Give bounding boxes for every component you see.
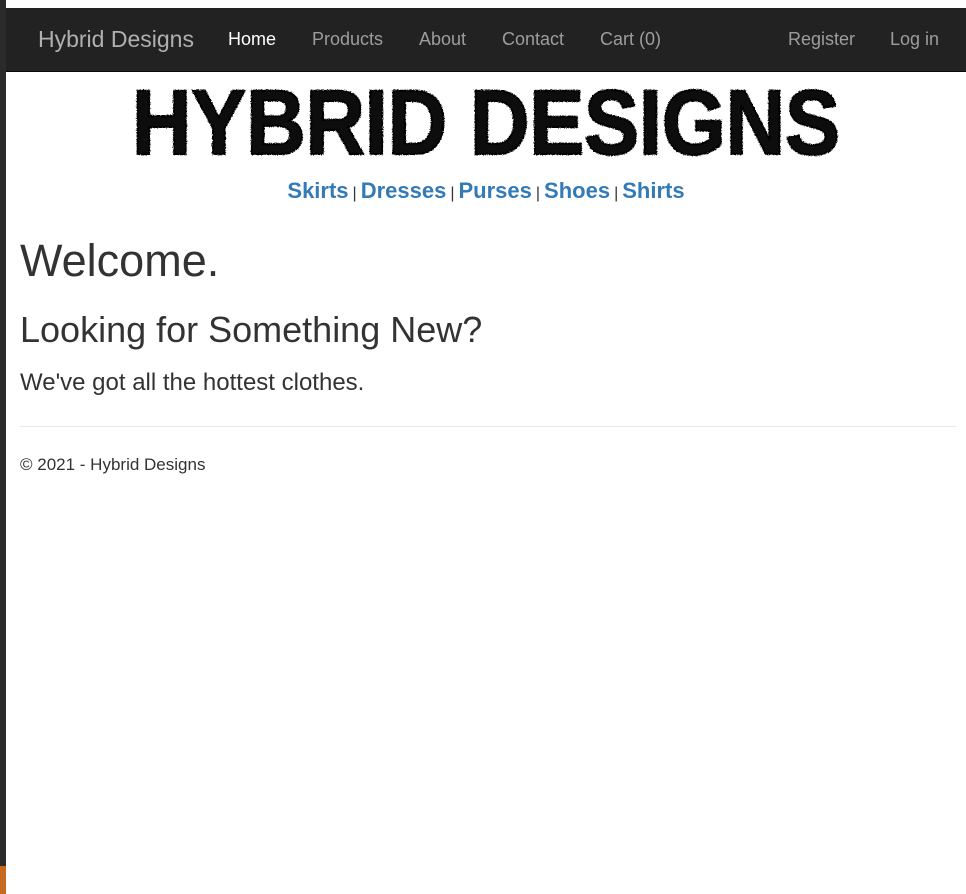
window-left-edge [0,0,6,894]
hybrid-designs-logo: HYBRID DESIGNS [128,76,844,162]
logo-graphic: HYBRID DESIGNS [131,76,841,162]
nav-home-link[interactable]: Home [228,8,276,71]
category-dresses-link[interactable]: Dresses [361,178,447,203]
category-bar: Skirts | Dresses | Purses | Shoes | Shirts [6,178,966,204]
nav-register-link[interactable]: Register [788,8,855,71]
nav-about-link[interactable]: About [419,8,466,71]
window-top-edge [0,0,966,8]
category-purses-link[interactable]: Purses [459,178,532,203]
category-shoes-link[interactable]: Shoes [544,178,610,203]
looking-subheading: Looking for Something New? [20,309,483,350]
logo-text: HYBRID DESIGNS [132,76,840,162]
top-navbar: Hybrid Designs Home Products About Conta… [6,8,966,72]
window-edge-accent [0,866,6,894]
welcome-heading: Welcome. [20,235,220,286]
category-skirts-link[interactable]: Skirts [287,178,348,203]
nav-contact-link[interactable]: Contact [502,8,564,71]
nav-login-link[interactable]: Log in [890,8,939,71]
category-separator: | [450,185,455,202]
footer-copyright: © 2021 - Hybrid Designs [20,455,206,474]
nav-cart-link[interactable]: Cart (0) [600,8,661,71]
footer-divider [20,426,956,427]
nav-products-link[interactable]: Products [312,8,383,71]
category-separator: | [535,185,541,202]
brand-link[interactable]: Hybrid Designs [38,8,194,71]
category-shirts-link[interactable]: Shirts [622,178,684,203]
category-separator: | [352,185,357,202]
category-separator: | [614,185,619,202]
lead-text: We've got all the hottest clothes. [20,369,365,396]
